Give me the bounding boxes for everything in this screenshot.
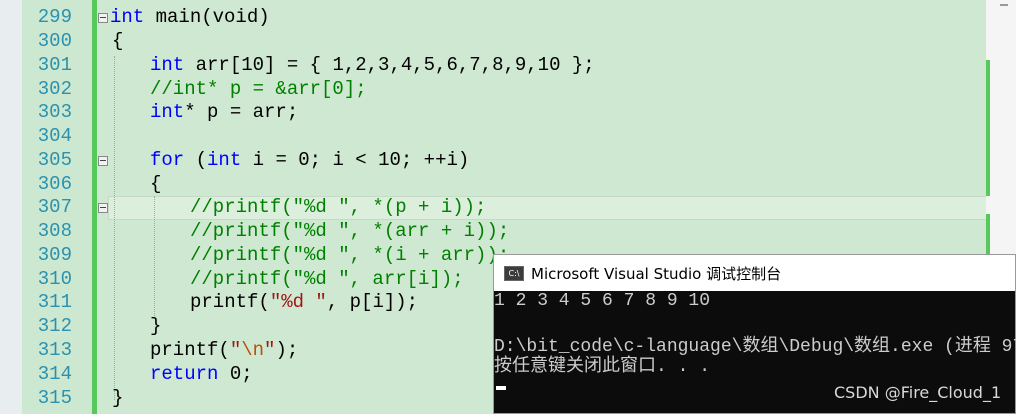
line-number: 311 — [37, 291, 72, 313]
watermark: CSDN @Fire_Cloud_1 — [834, 383, 1002, 402]
line-number: 313 — [37, 339, 72, 361]
code-line-314: return 0; — [150, 363, 253, 385]
change-marker — [986, 214, 990, 254]
code-line-309: //printf("%d ", *(i + arr)); — [190, 244, 510, 266]
line-number: 308 — [37, 220, 72, 242]
code-line-300: { — [112, 30, 124, 52]
line-number: 310 — [37, 268, 72, 290]
left-margin-strip — [0, 0, 22, 414]
code-line-310: //printf("%d ", arr[i]); — [190, 268, 464, 290]
console-app-icon: C:\ — [504, 265, 524, 281]
line-number: 303 — [37, 101, 72, 123]
line-number: 302 — [37, 78, 72, 100]
line-number-gutter: 299 300 301 302 303 304 305 306 307 308 … — [22, 0, 90, 414]
code-line-315: } — [112, 387, 124, 409]
code-line-311: printf("%d ", p[i]); — [190, 291, 419, 313]
console-title-bar[interactable]: C:\ Microsoft Visual Studio 调试控制台 — [494, 255, 1015, 291]
line-number: 315 — [37, 387, 72, 409]
collapse-icon[interactable] — [98, 156, 108, 166]
line-number: 309 — [37, 244, 72, 266]
code-line-312: } — [150, 315, 162, 337]
console-title: Microsoft Visual Studio 调试控制台 — [531, 264, 782, 283]
code-line-301: int arr[10] = { 1,2,3,4,5,6,7,8,9,10 }; — [150, 54, 595, 76]
code-line-306: { — [150, 173, 162, 195]
change-marker — [986, 60, 990, 196]
code-line-302: //int* p = &arr[0]; — [150, 78, 367, 100]
code-line-308: //printf("%d ", *(arr + i)); — [190, 220, 510, 242]
line-number: 304 — [37, 125, 72, 147]
code-line-313: printf("\n"); — [150, 339, 299, 361]
scroll-thumb[interactable] — [1000, 4, 1008, 6]
line-number: 299 — [37, 6, 72, 28]
collapse-icon[interactable] — [98, 203, 108, 213]
debug-console-window[interactable]: C:\ Microsoft Visual Studio 调试控制台 1 2 3 … — [493, 254, 1016, 414]
console-output-line: 按任意键关闭此窗口. . . — [494, 357, 711, 377]
line-number: 301 — [37, 54, 72, 76]
console-output-line: 1 2 3 4 5 6 7 8 9 10 — [494, 291, 711, 311]
line-number: 300 — [37, 30, 72, 52]
line-number: 306 — [37, 173, 72, 195]
change-tracking-bar — [92, 0, 97, 414]
indent-guide — [154, 196, 155, 316]
collapse-icon[interactable] — [98, 13, 108, 23]
code-line-303: int* p = arr; — [150, 101, 299, 123]
line-number: 312 — [37, 315, 72, 337]
code-line-307: //printf("%d ", *(p + i)); — [190, 196, 487, 218]
line-number: 305 — [37, 149, 72, 171]
line-number: 314 — [37, 363, 72, 385]
indent-guide — [114, 56, 115, 400]
console-cursor — [496, 386, 506, 390]
code-line-305: for (int i = 0; i < 10; ++i) — [150, 149, 470, 171]
code-line-299: int main(void) — [110, 6, 270, 28]
line-number: 307 — [37, 196, 72, 218]
